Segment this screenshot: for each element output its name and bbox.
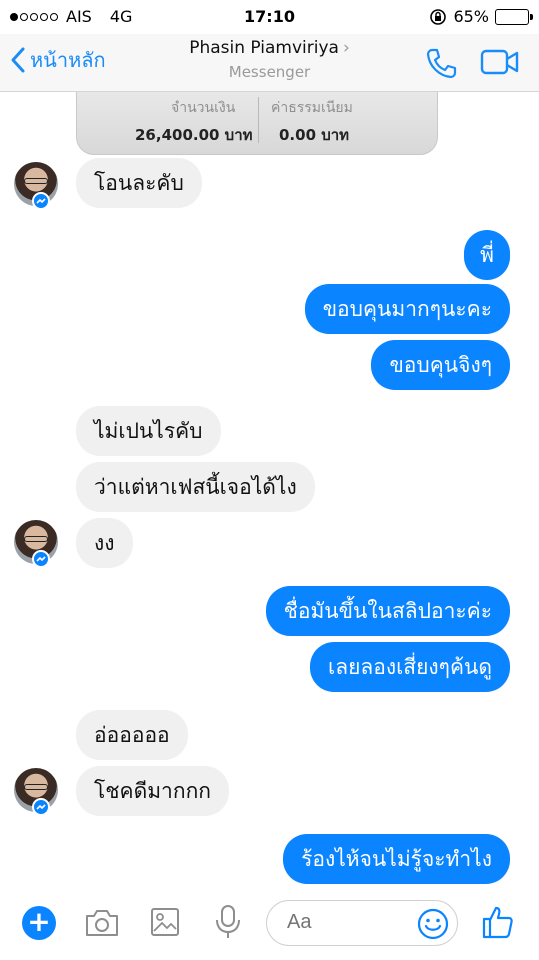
plus-icon[interactable]: + <box>22 906 56 940</box>
contact-subtitle: Messenger <box>228 63 311 81</box>
phone-call-icon[interactable] <box>424 46 458 80</box>
message-input[interactable] <box>287 911 407 934</box>
message-bubble-outgoing[interactable]: ขอบคุนจิงๆ <box>371 340 510 390</box>
message-bubble-outgoing[interactable]: ขอบคุนมากๆนะคะ <box>304 284 510 334</box>
gallery-icon[interactable] <box>150 907 180 937</box>
slip-fee-value: 0.00 บาท <box>279 126 350 144</box>
slip-divider <box>258 97 259 143</box>
slip-amount-label: จำนวนเงิน <box>171 100 236 116</box>
messenger-badge-icon <box>32 192 50 210</box>
chevron-right-icon: › <box>342 38 350 58</box>
message-input-box[interactable] <box>266 900 458 946</box>
microphone-icon[interactable] <box>214 904 242 940</box>
slip-amount-value: 26,400.00 บาท <box>135 126 253 144</box>
conversation-header: หน้าหลัก Phasin Piamviriya › Messenger <box>0 34 539 92</box>
contact-name: Phasin Piamviriya <box>189 38 339 58</box>
message-bubble-incoming[interactable]: งง <box>76 518 133 568</box>
message-bubble-incoming[interactable]: โชคดีมากกก <box>76 766 229 816</box>
message-bubble-outgoing[interactable]: ชื่อมันขึ้นในสลิปอาะค่ะ <box>265 586 510 636</box>
camera-icon[interactable] <box>84 908 120 938</box>
video-call-icon[interactable] <box>480 48 520 76</box>
status-bar: AIS 4G 17:10 65% <box>0 0 539 34</box>
message-thread[interactable]: จำนวนเงิน ค่าธรรมเนียม 26,400.00 บาท 0.0… <box>0 92 539 896</box>
messenger-badge-icon <box>32 798 50 816</box>
message-bubble-incoming[interactable]: อ่อออออ <box>76 710 188 760</box>
message-bubble-outgoing[interactable]: เลยลองเสี่ยงๆค้นดู <box>310 642 510 692</box>
transfer-slip-image[interactable]: จำนวนเงิน ค่าธรรมเนียม 26,400.00 บาท 0.0… <box>76 92 438 155</box>
messenger-badge-icon <box>32 550 50 568</box>
battery-percent: 65% <box>453 7 489 26</box>
emoji-icon[interactable] <box>417 908 449 940</box>
message-bubble-outgoing[interactable]: พี่ <box>464 230 510 280</box>
message-bubble-incoming[interactable]: โอนละคับ <box>76 158 202 208</box>
like-thumbs-up-icon[interactable] <box>480 904 516 940</box>
message-bubble-incoming[interactable]: ไม่เปนไรคับ <box>76 406 221 456</box>
slip-fee-label: ค่าธรรมเนียม <box>271 100 353 116</box>
battery-icon <box>495 8 533 25</box>
message-bubble-outgoing[interactable]: ร้องไห้จนไม่รู้จะทำไง <box>283 834 510 884</box>
rotation-lock-icon <box>430 8 447 25</box>
battery-info: 65% <box>429 7 533 26</box>
message-bubble-incoming[interactable]: ว่าแต่หาเฟสนี้เจอได้ไง <box>76 462 315 512</box>
contact-title[interactable]: Phasin Piamviriya › Messenger <box>0 38 539 81</box>
composer-bar: + <box>0 896 539 960</box>
